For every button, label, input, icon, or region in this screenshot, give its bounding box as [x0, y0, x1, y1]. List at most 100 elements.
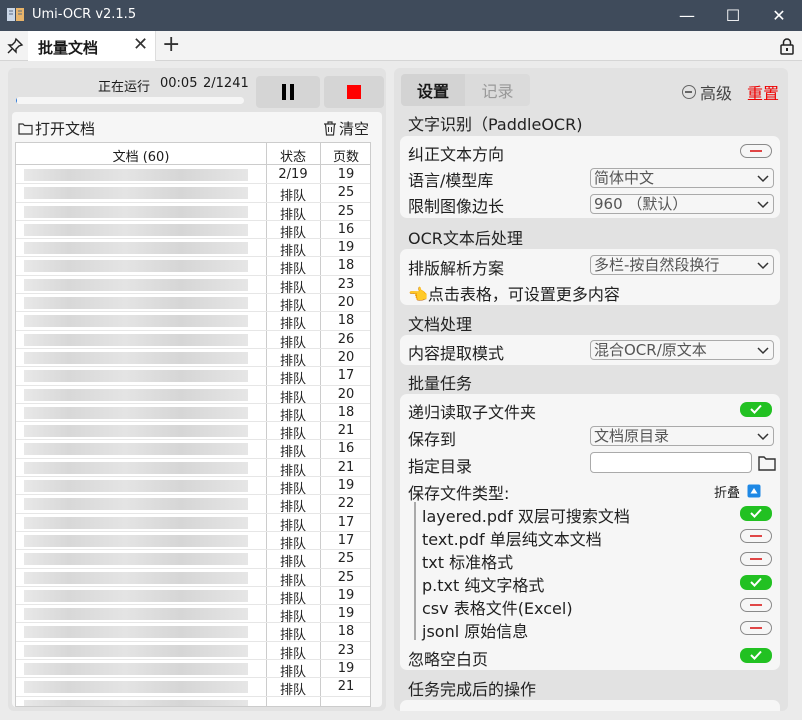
- file-type-toggle[interactable]: [740, 552, 772, 566]
- title-bar: Umi-OCR v2.1.5 — ☐ ✕: [0, 0, 802, 31]
- pin-icon[interactable]: [6, 37, 24, 55]
- folder-icon[interactable]: [758, 455, 776, 471]
- table-row[interactable]: 排队 19: [16, 477, 370, 497]
- row-status: 排队: [279, 244, 306, 260]
- collapse-button[interactable]: 折叠: [714, 482, 740, 501]
- column-header-status[interactable]: 状态: [266, 146, 320, 165]
- row-status: 排队: [279, 427, 306, 443]
- table-row[interactable]: 排队 18: [16, 404, 370, 424]
- table-row[interactable]: 排队 25: [16, 184, 370, 204]
- extract-mode-select[interactable]: 混合OCR/原文本: [590, 340, 774, 360]
- table-row[interactable]: 排队 19: [16, 587, 370, 607]
- layout-select[interactable]: 多栏-按自然段换行: [590, 255, 774, 275]
- row-pages: 17: [337, 514, 355, 530]
- file-type-toggle[interactable]: [740, 575, 772, 590]
- correct-direction-toggle[interactable]: [740, 144, 772, 158]
- limit-side-label: 限制图像边长: [408, 197, 505, 216]
- row-pages: 26: [337, 331, 355, 347]
- column-header-document[interactable]: 文档 (60): [16, 146, 266, 165]
- document-name-blurred: [24, 406, 248, 419]
- check-icon: [750, 404, 762, 414]
- table-row[interactable]: 排队 17: [16, 514, 370, 534]
- table-row[interactable]: 排队 20: [16, 349, 370, 369]
- chevron-down-icon: [757, 201, 769, 209]
- table-row[interactable]: 排队 18: [16, 312, 370, 333]
- row-status: 排队: [279, 207, 306, 223]
- tab-close-icon[interactable]: ✕: [133, 34, 148, 55]
- table-row[interactable]: 排队 21: [16, 459, 370, 479]
- target-dir-input[interactable]: [590, 452, 752, 473]
- row-status: 排队: [279, 317, 306, 333]
- lock-icon[interactable]: [778, 37, 796, 55]
- table-row[interactable]: 排队 18: [16, 623, 370, 644]
- column-header-pages[interactable]: 页数: [320, 146, 370, 165]
- row-status: 排队: [279, 353, 306, 369]
- table-row[interactable]: 排队 25: [16, 203, 370, 223]
- table-row[interactable]: 排队 25: [16, 569, 370, 589]
- table-row[interactable]: 排队 16: [16, 440, 370, 460]
- table-row[interactable]: 排队 26: [16, 331, 370, 351]
- table-row[interactable]: 排队 19: [16, 660, 370, 680]
- target-dir-label: 指定目录: [408, 457, 473, 476]
- pause-button[interactable]: [256, 76, 320, 108]
- recursive-label: 递归读取子文件夹: [408, 403, 537, 422]
- save-to-select[interactable]: 文档原目录: [590, 426, 774, 446]
- document-name-blurred: [24, 242, 248, 255]
- row-pages: 25: [337, 203, 355, 219]
- row-pages: 18: [337, 624, 355, 640]
- table-row[interactable]: 排队 19: [16, 239, 370, 260]
- open-documents-button[interactable]: 打开文档: [18, 118, 95, 139]
- table-row[interactable]: 排队 22: [16, 495, 370, 515]
- section-title-batch: 批量任务: [408, 374, 473, 393]
- table-row[interactable]: 排队 20: [16, 386, 370, 406]
- table-row[interactable]: 排队 23: [16, 276, 370, 296]
- pause-icon-bar: [290, 84, 294, 100]
- tab-records[interactable]: 记录: [465, 74, 530, 106]
- extract-mode-value: 混合OCR/原文本: [594, 341, 707, 359]
- clear-button[interactable]: 清空: [323, 118, 369, 139]
- table-row[interactable]: 排队 18: [16, 257, 370, 277]
- table-row[interactable]: 排队 25: [16, 550, 370, 570]
- minimize-button[interactable]: —: [664, 0, 710, 31]
- row-status: 排队: [279, 463, 306, 479]
- table-row[interactable]: 排队 16: [16, 221, 370, 241]
- table-row[interactable]: 排队 20: [16, 294, 370, 314]
- file-type-toggle[interactable]: [740, 598, 772, 612]
- clear-label: 清空: [339, 120, 370, 138]
- document-name-blurred: [24, 205, 248, 218]
- file-types-label: 保存文件类型:: [408, 484, 510, 503]
- table-row[interactable]: 排队 21: [16, 678, 370, 698]
- table-row[interactable]: [16, 697, 370, 706]
- table-row[interactable]: 排队 17: [16, 532, 370, 552]
- table-row[interactable]: 排队 21: [16, 422, 370, 443]
- section-title-ocr: 文字识别（PaddleOCR): [408, 115, 583, 134]
- file-type-toggle[interactable]: [740, 529, 772, 543]
- row-status: 排队: [279, 628, 306, 644]
- row-status: 排队: [279, 335, 306, 351]
- file-type-toggle[interactable]: [740, 621, 772, 635]
- collapse-up-icon[interactable]: [747, 484, 761, 498]
- folder-icon: [18, 123, 33, 135]
- document-name-blurred: [24, 534, 248, 547]
- row-pages: 21: [337, 679, 355, 695]
- table-row[interactable]: 排队 19: [16, 605, 370, 625]
- row-pages: 18: [337, 313, 355, 329]
- row-pages: 19: [337, 478, 355, 494]
- table-row[interactable]: 排队 23: [16, 642, 370, 662]
- add-tab-icon[interactable]: +: [162, 32, 180, 58]
- table-row[interactable]: 排队 17: [16, 367, 370, 387]
- advanced-toggle[interactable]: 高级: [682, 80, 732, 104]
- file-type-toggle[interactable]: [740, 506, 772, 521]
- row-pages: 18: [337, 404, 355, 420]
- maximize-button[interactable]: ☐: [710, 0, 756, 31]
- limit-side-select[interactable]: 960 （默认）: [590, 194, 774, 214]
- reset-button[interactable]: 重置: [747, 80, 779, 104]
- tab-settings[interactable]: 设置: [401, 74, 465, 106]
- recursive-toggle[interactable]: [740, 402, 772, 417]
- ignore-blank-toggle[interactable]: [740, 648, 772, 663]
- close-window-button[interactable]: ✕: [756, 0, 802, 31]
- stop-button[interactable]: [324, 76, 384, 108]
- tab-batch-docs[interactable]: 批量文档 ✕: [28, 31, 156, 61]
- table-row[interactable]: 2/19 19: [16, 166, 370, 185]
- language-select[interactable]: 简体中文: [590, 168, 774, 188]
